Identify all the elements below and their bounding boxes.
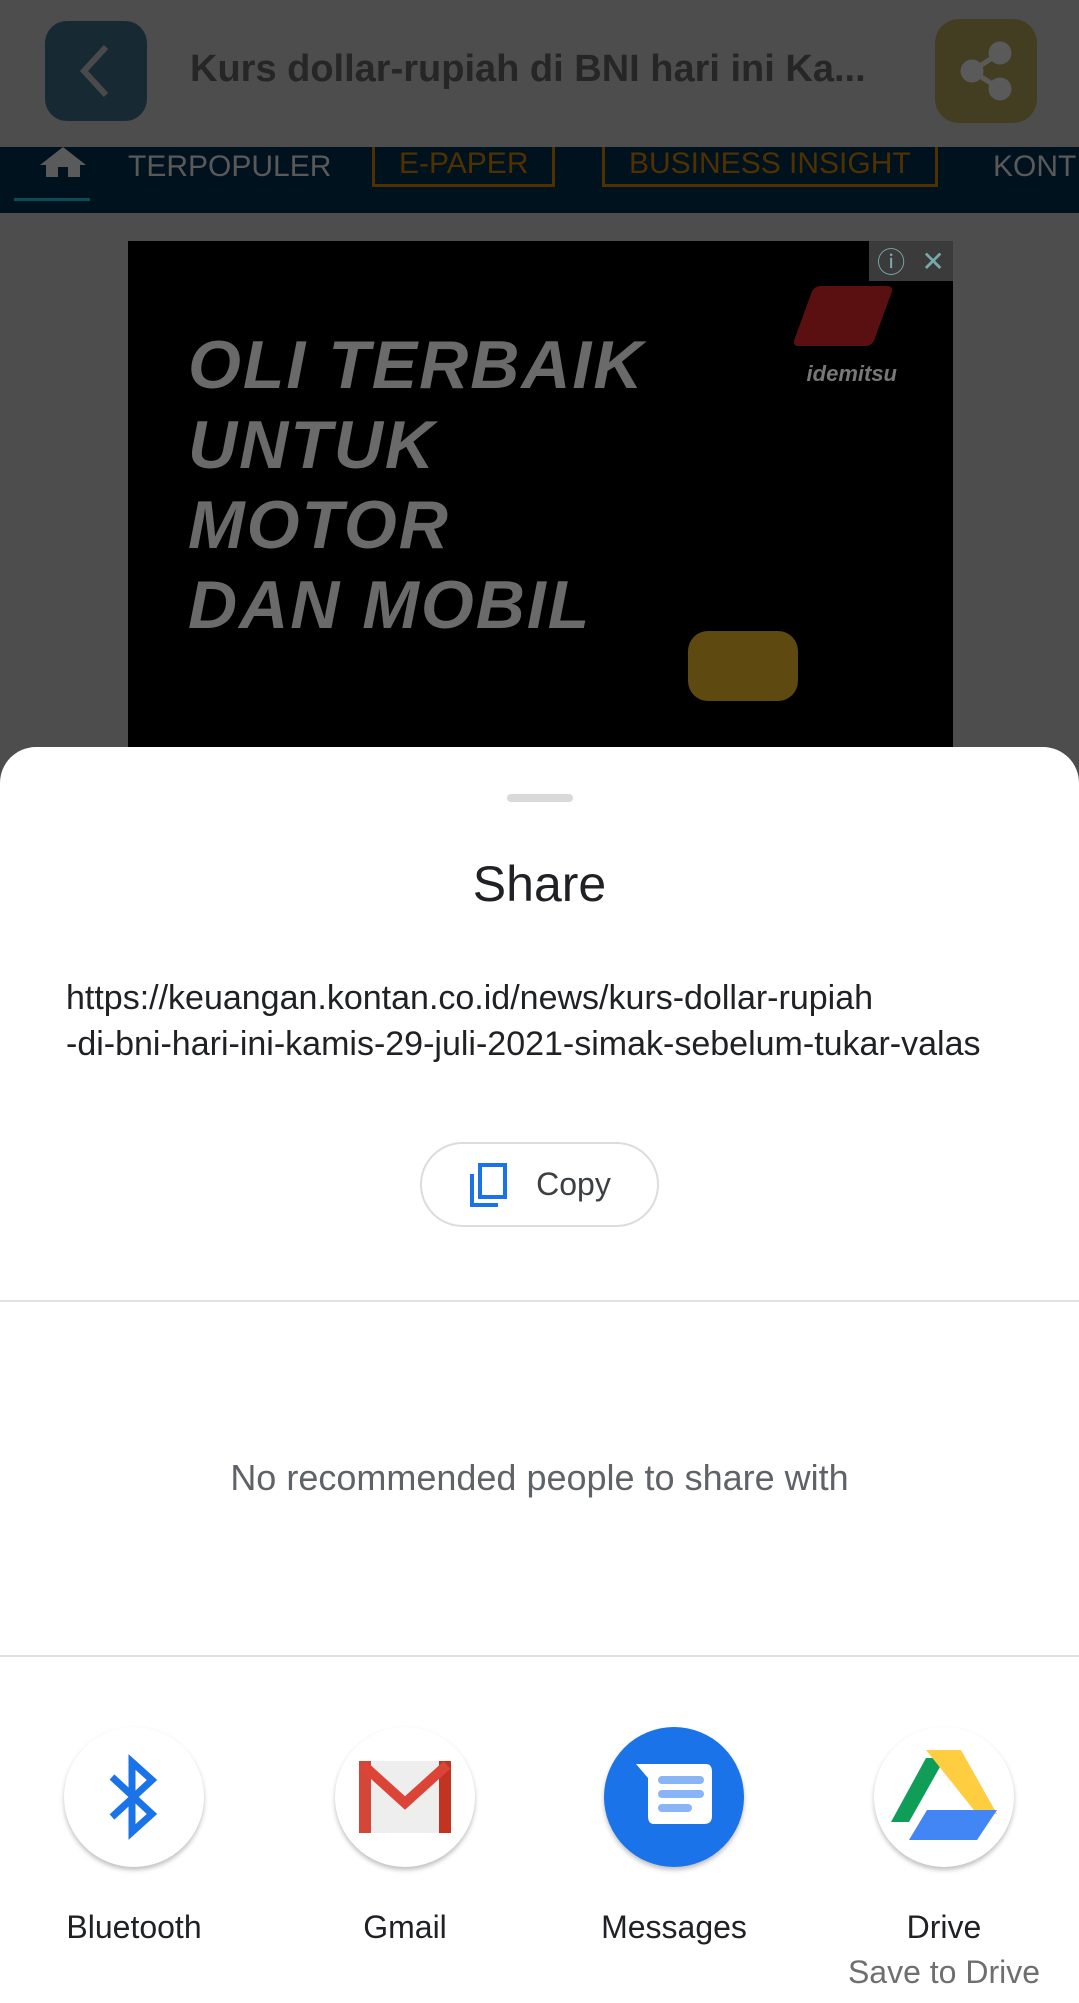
- drive-icon: [891, 1750, 997, 1840]
- app-label: Drive: [906, 1909, 982, 1945]
- copy-icon: [470, 1162, 508, 1207]
- url-line: -di-bni-hari-ini-kamis-29-juli-2021-sima…: [66, 1025, 981, 1063]
- drag-handle[interactable]: [507, 794, 573, 802]
- share-button[interactable]: [935, 19, 1037, 123]
- copy-button[interactable]: Copy: [420, 1142, 659, 1227]
- gmail-icon: [359, 1761, 451, 1833]
- divider: [0, 1300, 1079, 1302]
- share-target-gmail[interactable]: Gmail: [295, 1727, 515, 1946]
- divider: [0, 1655, 1079, 1657]
- no-recommendations-text: No recommended people to share with: [230, 1457, 849, 1498]
- close-icon[interactable]: ✕: [921, 245, 944, 278]
- share-target-messages[interactable]: Messages: [564, 1727, 784, 1946]
- home-icon[interactable]: [40, 147, 86, 177]
- advertisement[interactable]: OLI TERBAIK UNTUK MOTOR DAN MOBIL idemit…: [128, 241, 953, 761]
- nav-item-terpopuler[interactable]: TERPOPULER: [128, 147, 331, 187]
- messages-icon: [636, 1764, 712, 1824]
- ad-brand: idemitsu: [806, 361, 897, 386]
- ad-text: DAN MOBIL: [188, 567, 592, 643]
- share-icon: [960, 41, 1012, 101]
- share-url: https://keuangan.kontan.co.id/news/kurs-…: [66, 975, 1016, 1067]
- share-target-drive[interactable]: Drive Save to Drive: [834, 1727, 1054, 1991]
- ad-text: OLI TERBAIK: [188, 327, 645, 403]
- share-target-bluetooth[interactable]: Bluetooth: [24, 1727, 244, 1946]
- nav-item-kontan[interactable]: KONT: [993, 147, 1076, 187]
- url-line: https://keuangan.kontan.co.id/news/kurs-…: [66, 979, 874, 1017]
- nav-item-business-insight[interactable]: BUSINESS INSIGHT: [602, 147, 938, 187]
- idemitsu-logo: [792, 286, 894, 346]
- app-sublabel: Save to Drive: [847, 1954, 1041, 1990]
- active-tab-indicator: [14, 198, 90, 201]
- chevron-left-icon: [79, 44, 109, 98]
- ad-image: [688, 631, 798, 701]
- copy-label: Copy: [536, 1166, 611, 1202]
- ad-choices[interactable]: ⓘ ✕: [869, 241, 953, 281]
- share-title: Share: [472, 856, 607, 912]
- article-title: Kurs dollar-rupiah di BNI hari ini Ka...: [190, 48, 866, 90]
- bluetooth-icon: [109, 1754, 158, 1840]
- app-label: Bluetooth: [66, 1909, 202, 1945]
- app-label: Gmail: [363, 1909, 447, 1945]
- ad-text: UNTUK: [188, 407, 436, 483]
- category-nav: TERPOPULER E-PAPER BUSINESS INSIGHT KONT: [0, 147, 1079, 213]
- app-toolbar: Kurs dollar-rupiah di BNI hari ini Ka...: [0, 0, 1079, 147]
- ad-text: MOTOR: [188, 487, 450, 563]
- share-sheet: Share https://keuangan.kontan.co.id/news…: [0, 747, 1079, 2003]
- nav-item-epaper[interactable]: E-PAPER: [372, 147, 556, 187]
- app-label: Messages: [601, 1909, 747, 1945]
- back-button[interactable]: [45, 21, 147, 121]
- info-icon[interactable]: ⓘ: [877, 241, 905, 281]
